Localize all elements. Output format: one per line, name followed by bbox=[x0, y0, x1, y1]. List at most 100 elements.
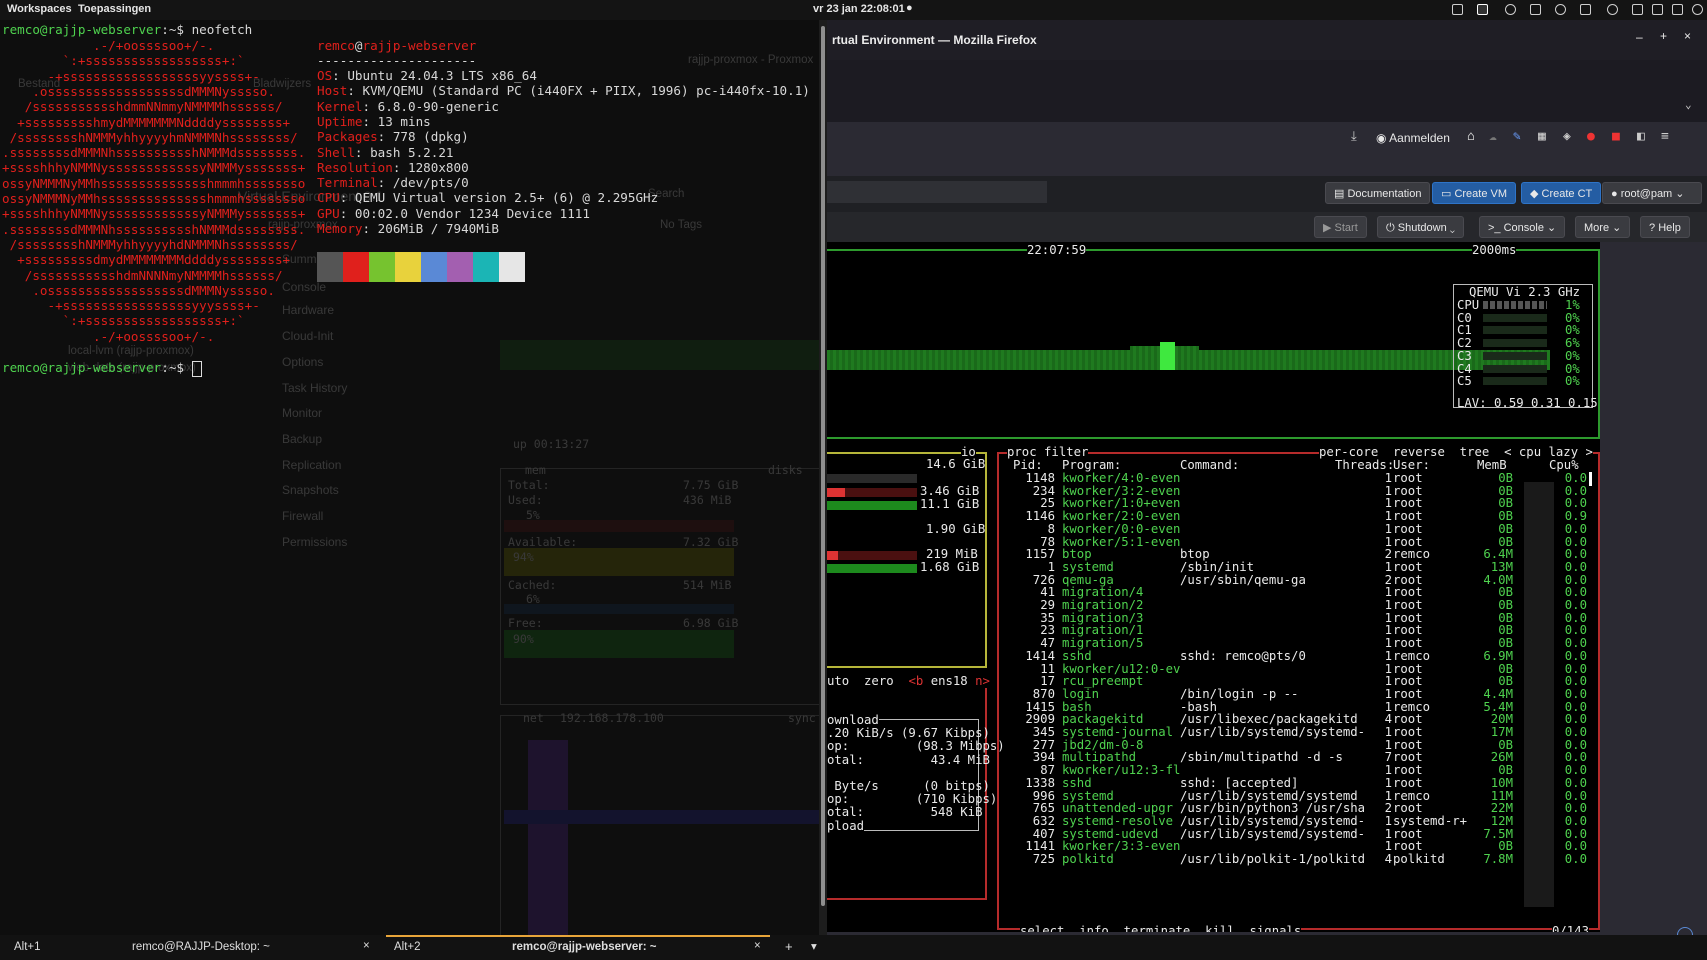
tab2-title[interactable]: remco@rajjp-webserver: ~ bbox=[512, 941, 657, 953]
table-row[interactable]: 407 systemd-udevd/usr/lib/systemd/systemd… bbox=[827, 827, 1600, 841]
eject-icon[interactable] bbox=[1505, 4, 1516, 15]
proc-scroll-thumb[interactable] bbox=[1589, 472, 1592, 486]
table-row[interactable]: 1414 sshd sshd: remco@pts/0 1 remco 6.9M 0.0 bbox=[827, 649, 1600, 663]
table-row[interactable]: 632 systemd-resolve/usr/lib/systemd/syste… bbox=[827, 814, 1600, 828]
table-row[interactable]: 1148 kworker/4:0-even 1 root 0B 0.0 bbox=[827, 471, 1600, 485]
table-row[interactable]: 87 kworker/u12:3-fl 1 root 0B 0.0 bbox=[827, 763, 1600, 777]
table-row[interactable]: 1338 sshd sshd: [accepted] 1 root 10M 0.0 bbox=[827, 776, 1600, 790]
terminal-window[interactable]: rajjp-proxmox - Proxmox Bestand Bladwijz… bbox=[0, 20, 820, 935]
table-row[interactable]: 394 multipathd/sbin/multipathd -d -s 7 root… bbox=[827, 750, 1600, 764]
notification-dot-icon[interactable]: ● bbox=[906, 2, 913, 14]
vm-console[interactable]: 22:07:59 2000ms QEMU Vi 2.3 GHz CPU 1% C0 0… bbox=[827, 242, 1600, 932]
table-row[interactable]: 17 rcu_preempt 1 root 0B 0.0 bbox=[827, 674, 1600, 688]
table-row[interactable]: 765 unattended-upgr/usr/bin/python3 /usr/… bbox=[827, 801, 1600, 815]
volume-icon[interactable] bbox=[1672, 4, 1683, 15]
tab1-close-icon[interactable]: × bbox=[363, 940, 370, 952]
extension-icon[interactable]: ■ bbox=[1612, 129, 1620, 144]
table-row[interactable]: 35 migration/3 1 root 0B 0.0 bbox=[827, 611, 1600, 625]
ghost-nav-item: Console bbox=[282, 280, 327, 294]
console-button[interactable]: >_ Console ⌄ bbox=[1479, 216, 1566, 238]
logo-line: +sssshhhyNMMNyssssssssssssyNMMMysssssss+ bbox=[2, 206, 306, 222]
proc-filter[interactable]: filter bbox=[1044, 445, 1088, 459]
table-row[interactable]: 996 systemd/usr/lib/systemd/systemd 1 remco… bbox=[827, 789, 1600, 803]
table-row[interactable]: 277 jbd2/dm-0-8 1 root 0B 0.0 bbox=[827, 738, 1600, 752]
cpu-graph-bar bbox=[854, 350, 857, 370]
table-row[interactable]: 23 migration/1 1 root 0B 0.0 bbox=[827, 623, 1600, 637]
close-icon[interactable]: × bbox=[1684, 29, 1691, 43]
table-row[interactable]: 1141 kworker/3:3-even 1 root 0B 0.0 bbox=[827, 839, 1600, 853]
table-row[interactable]: 234 kworker/3:2-even 1 root 0B 0.0 bbox=[827, 484, 1600, 498]
proc-options[interactable]: per-core reverse tree < cpu lazy > bbox=[1319, 445, 1593, 459]
cloud-icon[interactable] bbox=[1580, 4, 1591, 15]
new-tab-icon[interactable]: + bbox=[785, 939, 793, 954]
table-row[interactable]: 1146 kworker/2:0-even 1 root 0B 0.9 bbox=[827, 509, 1600, 523]
table-row[interactable]: 29 migration/2 1 root 0B 0.0 bbox=[827, 598, 1600, 612]
window-list-icon[interactable] bbox=[1452, 4, 1463, 15]
more-button[interactable]: More ⌄ bbox=[1575, 216, 1631, 238]
workspace-icon[interactable] bbox=[1477, 4, 1488, 15]
table-row[interactable]: 47 migration/5 1 root 0B 0.0 bbox=[827, 636, 1600, 650]
info-separator: : bbox=[377, 129, 393, 145]
clipboard-icon[interactable] bbox=[1530, 4, 1541, 15]
shutdown-button[interactable]: ⏻ Shutdown ⌄ bbox=[1377, 216, 1464, 238]
cpu-graph-bar bbox=[938, 350, 941, 370]
cpu-graph-bar bbox=[1214, 350, 1217, 370]
table-row[interactable]: 1415 bash -bash 1 remco 5.4M 0.0 bbox=[827, 700, 1600, 714]
tab1-title[interactable]: remco@RAJJP-Desktop: ~ bbox=[132, 941, 270, 953]
table-row[interactable]: 25 kworker/1:0+even 1 root 0B 0.0 bbox=[827, 496, 1600, 510]
network-icon[interactable] bbox=[1652, 4, 1663, 15]
workspaces-menu[interactable]: Workspaces bbox=[7, 3, 72, 15]
maximize-icon[interactable]: + bbox=[1660, 29, 1667, 43]
table-row[interactable]: 1157 btop btop 2 remco 6.4M 0.0 bbox=[827, 547, 1600, 561]
minimize-icon[interactable]: – bbox=[1636, 30, 1643, 44]
tab-strip[interactable]: ⌄ bbox=[827, 60, 1707, 122]
clock[interactable]: vr 23 jan 22:08:01 bbox=[813, 3, 905, 15]
extension-icon[interactable]: ◧ bbox=[1637, 129, 1645, 144]
create-vm-button[interactable]: ▭ Create VM bbox=[1432, 182, 1517, 204]
firefox-titlebar[interactable]: rtual Environment — Mozilla Firefox – + … bbox=[827, 20, 1707, 60]
power-icon[interactable] bbox=[1692, 4, 1703, 15]
tab-list-chevron-icon[interactable]: ⌄ bbox=[1685, 98, 1692, 111]
menu-icon[interactable]: ≡ bbox=[1661, 129, 1669, 144]
create-ct-button[interactable]: ◆ Create CT bbox=[1521, 182, 1602, 204]
downloads-icon[interactable]: ⤓ bbox=[1351, 129, 1357, 144]
table-row[interactable]: 870 login/bin/login -p -- 1 root 4.4M 0.0 bbox=[827, 687, 1600, 701]
table-row[interactable]: 41 migration/4 1 root 0B 0.0 bbox=[827, 585, 1600, 599]
tab2-close-icon[interactable]: × bbox=[754, 940, 761, 952]
user-menu-button[interactable]: ● root@pam ⌄ bbox=[1602, 182, 1702, 204]
table-row[interactable]: 8 kworker/0:0-even 1 root 0B 0.0 bbox=[827, 522, 1600, 536]
scrollbar-thumb[interactable] bbox=[821, 26, 825, 906]
account-button[interactable]: ◉ Aanmelden bbox=[1376, 131, 1450, 145]
table-row[interactable]: 2909 packagekitd/usr/libexec/packagekitd 4… bbox=[827, 712, 1600, 726]
table-row[interactable]: 725 polkitd/usr/lib/polkit-1/polkitd 4 polk… bbox=[827, 852, 1600, 866]
table-row[interactable]: 726 qemu-ga/usr/sbin/qemu-ga 2 root 4.0M 0.0 bbox=[827, 573, 1600, 587]
apps-grid-icon[interactable]: ▦ bbox=[1538, 129, 1546, 144]
cpu-graph-bar bbox=[1427, 350, 1430, 370]
extension-icon[interactable]: ⌂ bbox=[1467, 129, 1475, 144]
cloud-icon[interactable]: ☁ bbox=[1489, 129, 1497, 144]
display-icon[interactable] bbox=[1632, 4, 1643, 15]
pve-search-field[interactable] bbox=[827, 181, 1047, 203]
extension-icon[interactable]: ● bbox=[1587, 129, 1595, 144]
active-tab-indicator bbox=[386, 935, 770, 937]
proc-footer[interactable]: select info terminate kill signals bbox=[1020, 924, 1302, 932]
applications-menu[interactable]: Toepassingen bbox=[78, 3, 151, 15]
terminal-cursor[interactable] bbox=[191, 360, 202, 377]
table-row[interactable]: 1 systemd/sbin/init 1 root 13M 0.0 bbox=[827, 560, 1600, 574]
help-button[interactable]: ? Help bbox=[1640, 216, 1690, 238]
firefox-window[interactable]: rtual Environment — Mozilla Firefox – + … bbox=[827, 20, 1707, 935]
start-button[interactable]: ▶ Start bbox=[1314, 216, 1367, 238]
table-row[interactable]: 345 systemd-journal/usr/lib/systemd/syste… bbox=[827, 725, 1600, 739]
settings-icon[interactable] bbox=[1607, 4, 1618, 15]
cpu-graph-bar bbox=[1346, 350, 1349, 370]
terminal-scrollbar[interactable] bbox=[819, 20, 827, 935]
documentation-button[interactable]: ▤ Documentation bbox=[1325, 182, 1431, 204]
color-picker-icon[interactable]: ✎ bbox=[1513, 129, 1521, 144]
info-separator: : bbox=[354, 144, 371, 160]
tab-menu-icon[interactable]: ▾ bbox=[811, 939, 817, 953]
table-row[interactable]: 78 kworker/5:1-even 1 root 0B 0.0 bbox=[827, 535, 1600, 549]
table-row[interactable]: 11 kworker/u12:0-ev 1 root 0B 0.0 bbox=[827, 662, 1600, 676]
extension-icon[interactable]: ◈ bbox=[1563, 129, 1571, 144]
chat-icon[interactable] bbox=[1555, 4, 1566, 15]
cpu-graph-bar bbox=[1022, 350, 1025, 370]
